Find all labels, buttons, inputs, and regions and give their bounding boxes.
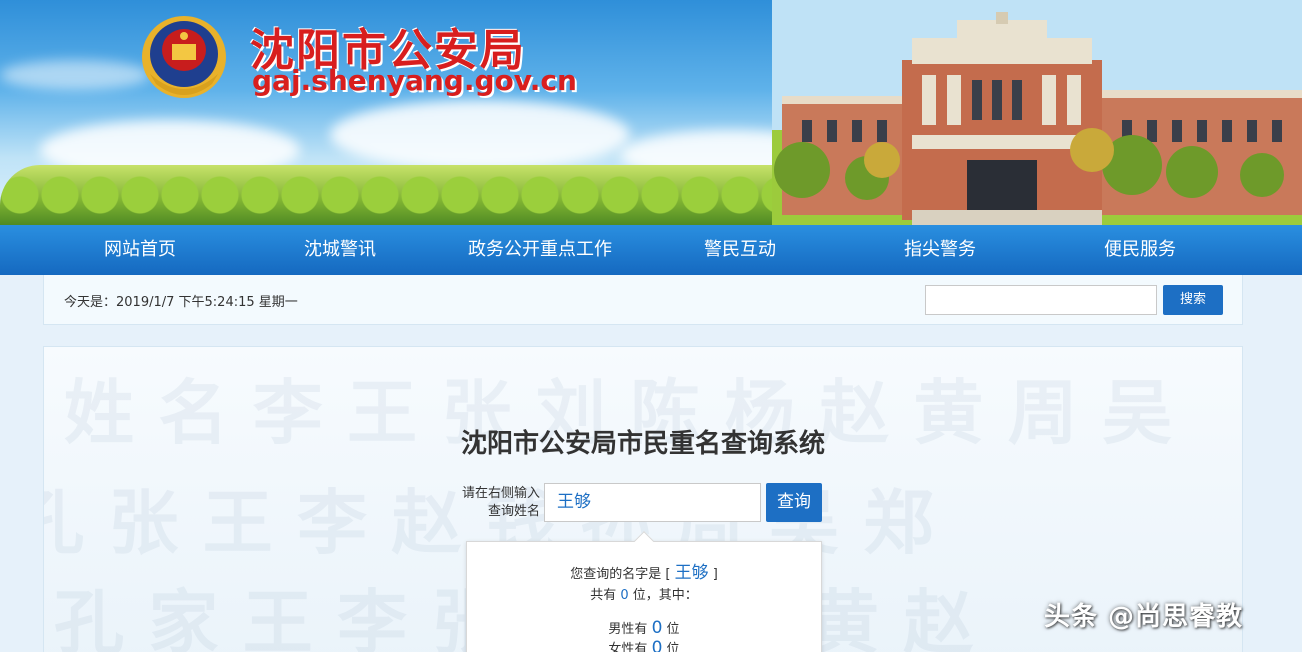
query-button[interactable]: 查询 [766, 483, 822, 522]
police-emblem-icon [142, 16, 226, 98]
page-title: 沈阳市公安局市民重名查询系统 [460, 429, 825, 459]
nav-item-gov-affairs[interactable]: 政务公开重点工作 [440, 225, 640, 275]
site-search-button[interactable]: 搜索 [1163, 285, 1223, 315]
banner-grass [0, 165, 900, 225]
result-female-count: 0 [651, 638, 663, 652]
popover-arrow [634, 531, 654, 551]
result-name-line: 您查询的名字是 [ 王够 ] [570, 563, 718, 583]
info-bar: 今天是：2019/1/7 下午5:24:15 星期一 搜索 [43, 275, 1243, 325]
site-search-input[interactable] [925, 285, 1157, 315]
main-nav: 网站首页 沈城警讯 政务公开重点工作 警民互动 指尖警务 便民服务 [0, 225, 1302, 275]
query-result-popover: 您查询的名字是 [ 王够 ] 共有 0 位，其中： 男性有 0 位 女性有 0 … [466, 531, 822, 652]
source-watermark: 头条 @尚思睿教 [1044, 602, 1244, 632]
nav-item-city-news[interactable]: 沈城警讯 [240, 225, 440, 275]
headquarters-building-image [772, 0, 1302, 225]
result-name: 王够 [674, 563, 709, 583]
query-label: 请在右侧输入查询姓名 [462, 486, 541, 519]
header-banner: 沈阳市公安局 gaj.shenyang.gov.cn [0, 0, 1302, 225]
result-total-count: 0 [620, 588, 629, 603]
site-url: gaj.shenyang.gov.cn [252, 64, 577, 97]
result-total-line: 共有 0 位，其中： [590, 588, 698, 603]
current-date: 今天是：2019/1/7 下午5:24:15 星期一 [64, 295, 298, 310]
nav-item-interaction[interactable]: 警民互动 [640, 225, 840, 275]
result-male-count: 0 [651, 618, 663, 638]
nav-item-home[interactable]: 网站首页 [40, 225, 240, 275]
name-query-input[interactable]: 王够 [544, 483, 761, 522]
nav-item-services[interactable]: 便民服务 [1040, 225, 1240, 275]
result-female-line: 女性有 0 位 [467, 638, 821, 652]
result-male-line: 男性有 0 位 [608, 618, 680, 638]
nav-item-mobile-police[interactable]: 指尖警务 [840, 225, 1040, 275]
